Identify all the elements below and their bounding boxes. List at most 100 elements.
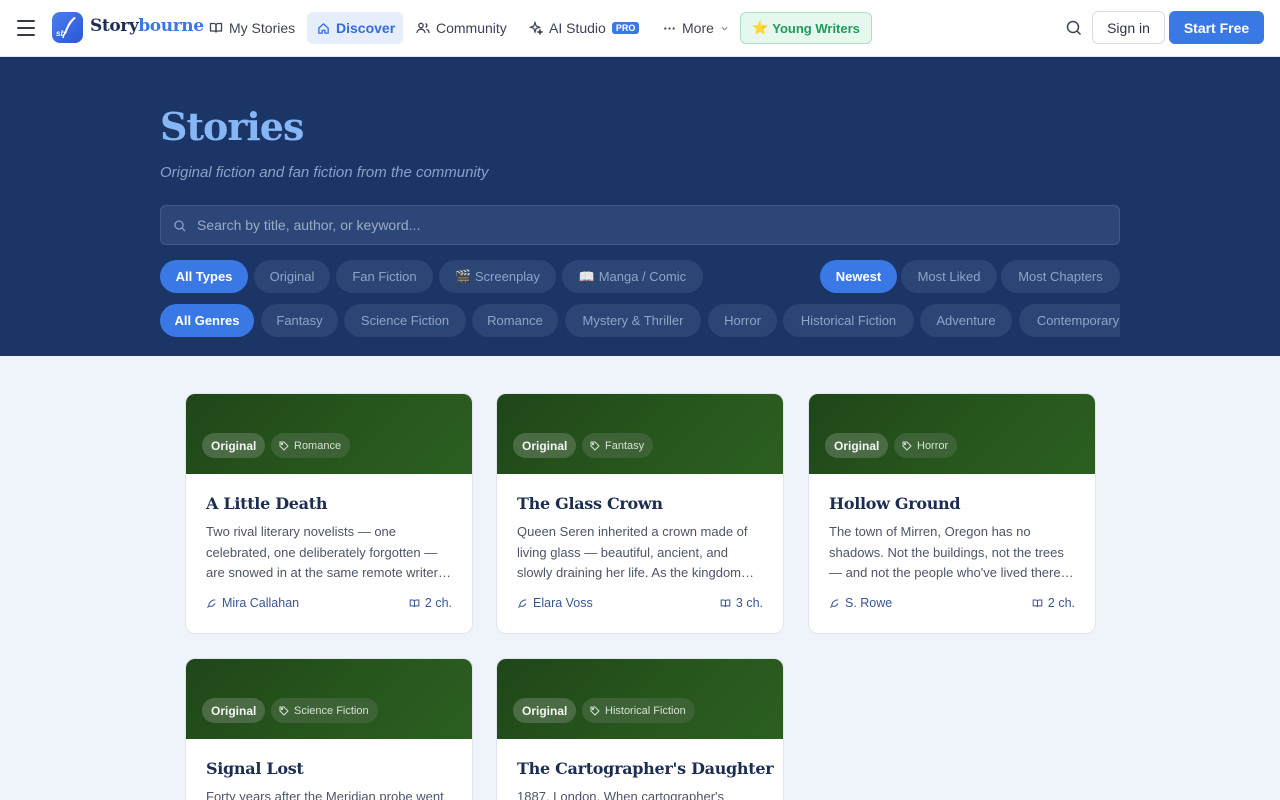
book-icon bbox=[209, 22, 223, 33]
pro-badge: PRO bbox=[611, 22, 640, 34]
users-icon bbox=[416, 22, 430, 34]
tag-icon bbox=[279, 706, 289, 716]
genre-label: Romance bbox=[294, 439, 342, 452]
page-title: Stories bbox=[160, 104, 304, 149]
story-chapters: 2 ch. bbox=[1032, 596, 1075, 610]
nav-ai-studio-label: AI Studio bbox=[549, 20, 606, 36]
story-title[interactable]: A Little Death bbox=[206, 494, 327, 513]
genre-badge: Science Fiction bbox=[271, 698, 378, 723]
chevron-down-icon bbox=[721, 26, 728, 31]
story-author[interactable]: S. Rowe bbox=[829, 596, 892, 610]
page-subtitle: Original fiction and fan fiction from th… bbox=[160, 164, 489, 181]
nav-ai-studio[interactable]: AI Studio PRO bbox=[519, 12, 649, 44]
card-cover: Original Fantasy bbox=[497, 394, 783, 474]
story-author-name: Mira Callahan bbox=[222, 596, 300, 610]
card-cover: Original Science Fiction bbox=[186, 659, 472, 739]
genre-horror[interactable]: Horror bbox=[708, 304, 777, 337]
story-title[interactable]: Hollow Ground bbox=[829, 494, 961, 513]
start-free-button[interactable]: Start Free bbox=[1169, 11, 1264, 44]
genre-badge: Historical Fiction bbox=[582, 698, 695, 723]
nav-discover[interactable]: Discover bbox=[307, 12, 403, 44]
star-icon: ⭐ bbox=[752, 20, 769, 35]
story-chapters-count: 3 ch. bbox=[735, 596, 763, 610]
nav-discover-label: Discover bbox=[336, 20, 396, 36]
story-description: Queen Seren inherited a crown made of li… bbox=[517, 524, 748, 580]
genre-label: Fantasy bbox=[605, 439, 645, 452]
genre-adventure[interactable]: Adventure bbox=[920, 304, 1012, 337]
brand-name[interactable]: Storybourne bbox=[90, 16, 204, 36]
genre-badge: Fantasy bbox=[582, 433, 654, 458]
filter-all-types[interactable]: All Types bbox=[160, 260, 248, 293]
story-title[interactable]: The Cartographer's Daughter bbox=[517, 759, 774, 778]
card-cover: Original Horror bbox=[809, 394, 1095, 474]
search-input[interactable] bbox=[197, 206, 1097, 244]
tag-icon bbox=[590, 706, 600, 716]
genre-all[interactable]: All Genres bbox=[160, 304, 254, 337]
logo-mark-text: sb bbox=[56, 29, 66, 38]
story-title[interactable]: The Glass Crown bbox=[517, 494, 663, 513]
filter-original[interactable]: Original bbox=[254, 260, 330, 293]
sparkles-icon bbox=[529, 21, 543, 35]
story-chapters: 3 ch. bbox=[720, 596, 763, 610]
genre-romance[interactable]: Romance bbox=[472, 304, 558, 337]
brand-name-part-1: Story bbox=[90, 16, 139, 36]
genre-filter-row: All Genres Fantasy Science Fiction Roman… bbox=[160, 304, 1120, 338]
feather-icon bbox=[207, 598, 216, 608]
story-card[interactable]: Original Historical Fiction The Cartogra… bbox=[496, 658, 784, 800]
story-author[interactable]: Elara Voss bbox=[517, 596, 593, 610]
sign-in-button[interactable]: Sign in bbox=[1092, 11, 1165, 44]
genre-label: Historical Fiction bbox=[605, 704, 686, 717]
nav-my-stories-label: My Stories bbox=[229, 20, 296, 36]
card-cover: Original Romance bbox=[186, 394, 472, 474]
nav-more[interactable]: More bbox=[653, 12, 739, 44]
home-icon bbox=[318, 22, 329, 34]
young-writers-button[interactable]: ⭐ Young Writers bbox=[740, 12, 872, 44]
story-title[interactable]: Signal Lost bbox=[206, 759, 304, 778]
card-cover: Original Historical Fiction bbox=[497, 659, 783, 739]
story-description: Two rival literary novelists — one celeb… bbox=[206, 524, 447, 580]
feather-icon bbox=[830, 598, 839, 608]
genre-mystery-thriller[interactable]: Mystery & Thriller bbox=[565, 304, 701, 337]
search-box[interactable] bbox=[160, 205, 1120, 245]
genre-label: Science Fiction bbox=[294, 704, 369, 717]
search-icon[interactable] bbox=[1064, 18, 1084, 38]
story-author-name: S. Rowe bbox=[845, 596, 893, 610]
tag-icon bbox=[279, 441, 289, 451]
story-description: The town of Mirren, Oregon has no shadow… bbox=[829, 524, 1064, 580]
story-chapters-count: 2 ch. bbox=[1047, 596, 1075, 610]
nav-community-label: Community bbox=[436, 20, 507, 36]
book-icon bbox=[409, 598, 420, 607]
story-card[interactable]: Original Fantasy The Glass Crown Queen S… bbox=[496, 393, 784, 634]
story-card[interactable]: Original Horror Hollow Ground The town o… bbox=[808, 393, 1096, 634]
sort-newest[interactable]: Newest bbox=[820, 260, 897, 293]
genre-science-fiction[interactable]: Science Fiction bbox=[344, 304, 466, 337]
story-author[interactable]: Mira Callahan bbox=[206, 596, 299, 610]
menu-icon[interactable] bbox=[16, 18, 36, 38]
sort-most-liked[interactable]: Most Liked bbox=[901, 260, 997, 293]
story-chapters: 2 ch. bbox=[409, 596, 452, 610]
story-card[interactable]: Original Romance A Little Death Two riva… bbox=[185, 393, 473, 634]
young-writers-label: Young Writers bbox=[772, 20, 860, 36]
type-badge: Original bbox=[513, 433, 577, 458]
genre-badge: Romance bbox=[271, 433, 351, 458]
tag-icon bbox=[902, 441, 912, 451]
sort-most-chapters[interactable]: Most Chapters bbox=[1001, 260, 1120, 293]
feather-icon bbox=[518, 598, 527, 608]
filter-fan-fiction[interactable]: Fan Fiction bbox=[336, 260, 433, 293]
genre-fantasy[interactable]: Fantasy bbox=[261, 304, 338, 337]
tag-icon bbox=[590, 441, 600, 451]
hero-section: Stories Original fiction and fan fiction… bbox=[0, 57, 1280, 356]
filter-manga-comic[interactable]: 📖 Manga / Comic bbox=[562, 260, 703, 293]
filter-screenplay[interactable]: 🎬 Screenplay bbox=[439, 260, 556, 293]
book-icon bbox=[1032, 598, 1043, 607]
genre-label: Horror bbox=[917, 439, 949, 452]
story-card[interactable]: Original Science Fiction Signal Lost For… bbox=[185, 658, 473, 800]
genre-badge: Horror bbox=[894, 433, 958, 458]
logo-icon[interactable]: sb bbox=[52, 12, 83, 43]
nav-my-stories[interactable]: My Stories bbox=[199, 12, 305, 44]
type-badge: Original bbox=[202, 433, 266, 458]
genre-historical-fiction[interactable]: Historical Fiction bbox=[783, 304, 914, 337]
nav-community[interactable]: Community bbox=[406, 12, 517, 44]
book-icon bbox=[720, 598, 731, 607]
genre-contemporary[interactable]: Contemporary bbox=[1019, 304, 1120, 337]
